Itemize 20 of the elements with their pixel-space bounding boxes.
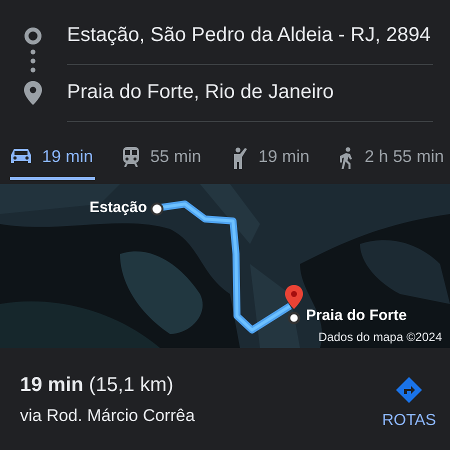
travel-mode-tab[interactable]: 19 min — [10, 147, 96, 180]
directions-button[interactable]: ROTAS — [382, 374, 436, 430]
origin-icon — [24, 26, 42, 44]
destination-pin-icon — [284, 285, 304, 325]
walking-person-icon — [338, 147, 355, 169]
map-attribution: Dados do mapa ©2024 — [318, 330, 442, 344]
route-via-text: via Rod. Márcio Corrêa — [20, 406, 195, 426]
travel-mode-tab[interactable]: 2 h 55 min — [338, 147, 446, 180]
destination-label: Praia do Forte — [306, 307, 407, 324]
duration-distance-text: 19 min (15,1 km) — [20, 374, 174, 397]
car-icon — [10, 147, 32, 165]
destination-pin-icon — [24, 80, 42, 104]
travel-mode-tab[interactable]: 55 min — [122, 147, 204, 180]
origin-label: Estação — [89, 199, 147, 216]
origin-field[interactable]: Estação, São Pedro da Aldeia - RJ, 2894 — [67, 24, 431, 46]
travel-mode-tab[interactable]: 19 min — [230, 147, 312, 180]
origin-marker-icon — [150, 202, 164, 216]
directions-icon — [395, 376, 424, 404]
train-icon — [122, 147, 140, 167]
destination-field[interactable]: Praia do Forte, Rio de Janeiro — [67, 80, 334, 104]
